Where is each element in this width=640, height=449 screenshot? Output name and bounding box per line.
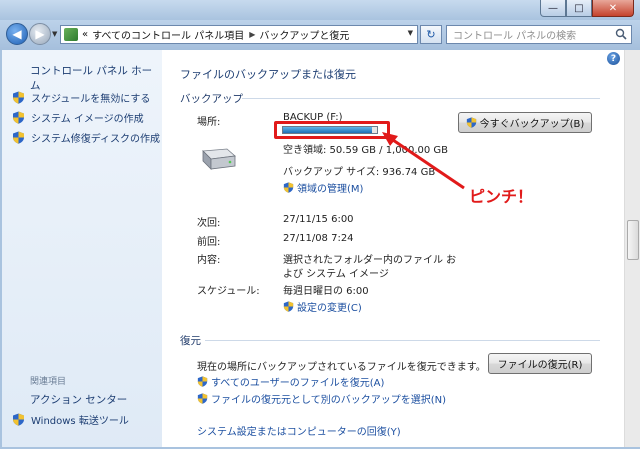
windows-easy-transfer-link[interactable]: Windows 転送ツール [12,412,129,427]
restore-description: 現在の場所にバックアップされているファイルを復元できます。 [197,362,486,373]
contents-label: 内容: [197,255,221,266]
last-value: 27/11/08 7:24 [283,233,354,244]
schedule-value: 毎週日曜日の 6:00 [283,286,369,297]
restore-files-label: ファイルの復元(R) [497,360,583,371]
next-value: 27/11/15 6:00 [283,214,354,225]
back-button[interactable]: ◀ [6,23,28,45]
close-button[interactable]: ✕ [592,0,634,17]
control-panel-icon [64,28,78,41]
sidebar-home-link[interactable]: コントロール パネル ホーム [30,63,162,93]
restore-files-button[interactable]: ファイルの復元(R) [488,353,592,374]
change-settings-link[interactable]: 設定の変更(C) [283,299,362,314]
breadcrumb-separator-icon[interactable]: ▶ [249,30,255,39]
search-icon[interactable] [615,28,627,40]
change-settings-label: 設定の変更(C) [297,303,362,314]
breadcrumb-backup-restore[interactable]: バックアップと復元 [259,27,349,42]
address-dropdown-icon[interactable]: ▼ [408,29,413,37]
backup-now-label: 今すぐバックアップ(B) [479,119,585,130]
search-input[interactable]: コントロール パネルの検索 [446,25,632,44]
select-other-backup-link[interactable]: ファイルの復元元として別のバックアップを選択(N) [197,391,446,406]
restore-all-users-label: すべてのユーザーのファイルを復元(A) [211,378,385,389]
shield-icon [466,117,476,128]
restore-all-users-link[interactable]: すべてのユーザーのファイルを復元(A) [197,374,384,389]
recover-system-link[interactable]: システム設定またはコンピューターの回復(Y) [197,423,401,438]
sidebar-item-label: システム イメージの作成 [31,114,144,125]
page-title: ファイルのバックアップまたは復元 [180,68,356,81]
minimize-button[interactable]: — [540,0,566,17]
manage-space-link[interactable]: 領域の管理(M) [283,180,363,195]
breadcrumb-all-items[interactable]: すべてのコントロール パネル項目 [92,27,244,42]
shield-icon [13,111,24,124]
shield-icon [197,393,208,404]
sidebar-item-create-system-image[interactable]: システム イメージの作成 [12,110,144,125]
annotation-arrow [382,132,465,190]
restore-section-heading: 復元 [180,335,201,347]
arrow-right-icon: ▶ [35,27,45,41]
action-center-link[interactable]: アクション センター [30,392,127,407]
select-other-backup-label: ファイルの復元元として別のバックアップを選択(N) [211,395,446,406]
arrow-left-icon: ◀ [12,27,22,41]
annotation-text: ピンチ！ [469,187,534,206]
forward-button[interactable]: ▶ [29,23,51,45]
backup-section-divider [242,98,600,99]
address-bar[interactable]: « すべてのコントロール パネル項目 ▶ バックアップと復元 ▼ [60,25,418,44]
sidebar-item-label: Windows 転送ツール [31,416,129,427]
location-label: 場所: [197,117,221,128]
shield-icon [13,131,24,144]
contents-value-line1: 選択されたフォルダー内のファイル お [283,255,457,266]
recover-system-label: システム設定またはコンピューターの回復(Y) [197,427,401,438]
sidebar-item-label: システム修復ディスクの作成 [31,134,160,145]
recent-pages-dropdown-icon[interactable]: ▼ [52,30,57,38]
contents-value-line2: よび システム イメージ [283,269,389,280]
maximize-button[interactable]: □ [566,0,592,17]
shield-icon [283,182,294,193]
hard-drive-icon [202,148,236,170]
sidebar-item-label: スケジュールを無効にする [31,94,151,105]
title-bar: — □ ✕ [0,0,640,20]
shield-icon [283,301,294,312]
help-icon[interactable]: ? [607,52,620,65]
sidebar-item-create-repair-disc[interactable]: システム修復ディスクの作成 [12,130,160,145]
next-label: 次回: [197,218,221,229]
scrollbar-thumb[interactable] [627,220,639,260]
schedule-label: スケジュール: [197,286,260,297]
address-prefix[interactable]: « [82,29,88,40]
shield-icon [197,376,208,387]
backup-section-heading: バックアップ [180,93,243,105]
shield-icon [13,413,24,426]
backup-now-button[interactable]: 今すぐバックアップ(B) [458,112,592,133]
refresh-button[interactable]: ↻ [420,25,442,44]
navigation-bar: ◀ ▶ ▼ « すべてのコントロール パネル項目 ▶ バックアップと復元 ▼ ↻… [0,20,640,50]
shield-icon [13,91,24,104]
refresh-icon: ↻ [426,28,436,41]
search-placeholder: コントロール パネルの検索 [453,31,577,42]
last-label: 前回: [197,237,221,248]
window-controls: — □ ✕ [540,0,634,17]
sidebar-item-disable-schedule[interactable]: スケジュールを無効にする [12,90,150,105]
sidebar: コントロール パネル ホーム スケジュールを無効にする システム イメージの作成… [2,50,162,449]
vertical-scrollbar[interactable] [624,50,640,449]
annotation-highlight-box [274,121,390,139]
restore-section-divider [205,340,600,341]
related-heading: 関連項目 [30,377,67,387]
manage-space-label: 領域の管理(M) [297,184,364,195]
main-panel [162,50,624,449]
